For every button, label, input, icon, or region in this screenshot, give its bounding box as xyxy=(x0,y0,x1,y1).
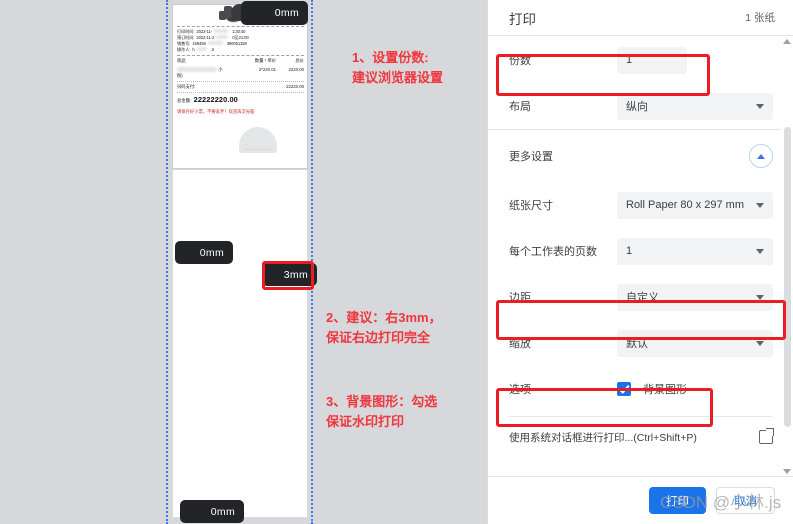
screenshot-root: 打印时间: 2022-11- 1:30:40 预订时间: 2022-11-2 0… xyxy=(0,0,793,524)
chevron-down-icon xyxy=(756,341,764,346)
sheet-count-label: 1 张纸 xyxy=(745,12,775,24)
meta-value-2: 390051328 xyxy=(226,40,247,46)
item-name: 小 xyxy=(177,67,243,73)
receipt-paper-lower xyxy=(172,170,308,518)
pay-value: 22220.00 xyxy=(286,84,304,90)
pages-per-sheet-label: 每个工作表的页数 xyxy=(509,246,597,258)
annotation-3: 3、背景图形：勾选 保证水印打印 xyxy=(326,392,437,432)
annotation-2: 2、建议：右3mm， 保证右边打印完全 xyxy=(326,308,442,348)
redacted-block xyxy=(214,29,229,33)
more-settings-label: 更多设置 xyxy=(509,151,553,163)
receipt-watermark-logo xyxy=(239,127,277,153)
margin-badge-bottom[interactable]: 0mm xyxy=(180,500,244,523)
grand-total-label: 总金额: xyxy=(177,98,192,104)
print-dialog-title: 打印 xyxy=(509,11,536,27)
pages-per-sheet-select[interactable]: 1 xyxy=(617,237,773,265)
highlight-box-right-margin xyxy=(262,261,314,290)
meta-value-2: .3 xyxy=(210,46,214,52)
pages-per-sheet-value: 1 xyxy=(626,245,633,257)
print-dialog-header: 打印 1 张纸 xyxy=(488,0,793,36)
chevron-down-icon xyxy=(756,104,764,109)
paper-size-select[interactable]: Roll Paper 80 x 297 mm xyxy=(617,191,773,219)
receipt-meta-row: 操作人: h .3 xyxy=(177,46,304,53)
layout-value: 纵向 xyxy=(626,101,648,113)
annotation-3-line-2: 保证水印打印 xyxy=(326,414,405,430)
pay-label: 扫码支付: xyxy=(177,84,196,90)
highlight-box-margins xyxy=(496,300,786,340)
receipt-item-row: 小 2*220.01 2220.00 xyxy=(177,67,304,73)
collapse-more-settings-button[interactable] xyxy=(749,144,773,168)
scrollbar-track[interactable] xyxy=(784,37,791,462)
item-total: 2220.00 xyxy=(288,66,304,72)
receipt-pay-row: 扫码支付: 22220.00 xyxy=(177,84,304,90)
highlight-box-options xyxy=(496,388,713,427)
meta-key: 操作人: xyxy=(177,46,191,52)
paper-size-value: Roll Paper 80 x 297 mm xyxy=(626,199,744,211)
chevron-down-icon xyxy=(756,203,764,208)
annotation-2-line-2: 保证右边打印完全 xyxy=(326,330,431,346)
panel-scrollbar[interactable] xyxy=(781,37,793,476)
layout-label: 布局 xyxy=(509,101,531,113)
receipt-divider-4 xyxy=(177,92,304,94)
print-dialog-footer: 打印 取消 xyxy=(488,476,793,524)
margin-badge-left[interactable]: 0mm xyxy=(175,241,233,264)
pages-per-sheet-row: 每个工作表的页数 1 xyxy=(488,228,793,274)
annotation-1-line-2: 建议浏览器设置 xyxy=(352,70,444,86)
paper-size-row: 纸张尺寸 Roll Paper 80 x 297 mm xyxy=(488,182,793,228)
more-settings-row[interactable]: 更多设置 xyxy=(488,130,793,182)
receipt-divider-3 xyxy=(177,81,304,83)
redacted-block xyxy=(216,34,229,39)
receipt-paper: 打印时间: 2022-11- 1:30:40 预订时间: 2022-11-2 0… xyxy=(172,4,308,169)
highlight-box-copies xyxy=(496,54,710,96)
receipt-divider-1 xyxy=(177,26,304,27)
col-header-qty-price: 数量 * 单价 xyxy=(254,57,277,63)
annotation-1: 1、设置份数: 建议浏览器设置 xyxy=(352,48,443,88)
annotation-2-line-1: 2、建议：右3mm， xyxy=(326,310,442,325)
external-link-icon xyxy=(759,430,773,444)
item-qty-price: 2*220.01 xyxy=(258,66,277,72)
annotation-3-line-1: 3、背景图形：勾选 xyxy=(326,394,438,409)
item-name-overflow: 粉) xyxy=(177,73,183,78)
grand-total-value: 22222220.00 xyxy=(193,95,238,105)
paper-size-label: 纸张尺寸 xyxy=(509,200,553,212)
print-button[interactable]: 打印 xyxy=(649,487,706,514)
system-dialog-label: 使用系统对话框进行打印...(Ctrl+Shift+P) xyxy=(509,431,697,444)
receipt-table-header: 商品 数量 * 单价 总价 xyxy=(177,58,304,64)
margin-badge-top[interactable]: 0mm xyxy=(241,1,308,25)
redacted-block xyxy=(196,46,207,51)
receipt-thanks-text: 请保存好小票，不要丢弃！欢迎再次光临 xyxy=(177,108,255,114)
receipt-grand-total: 总金额: 22222220.00 xyxy=(177,95,304,106)
chevron-down-icon xyxy=(756,249,764,254)
chevron-up-icon xyxy=(757,153,765,159)
col-header-product: 商品 xyxy=(177,57,186,63)
print-preview-area: 打印时间: 2022-11- 1:30:40 预订时间: 2022-11-2 0… xyxy=(0,0,488,524)
receipt-divider-2 xyxy=(177,54,304,56)
scroll-down-arrow-icon[interactable] xyxy=(783,469,791,474)
layout-select[interactable]: 纵向 xyxy=(617,92,773,120)
scrollbar-thumb[interactable] xyxy=(784,127,791,427)
annotation-1-line-1: 1、设置份数: xyxy=(352,50,429,65)
col-header-total: 总价 xyxy=(295,57,304,63)
meta-value: h xyxy=(192,46,195,52)
cancel-button[interactable]: 取消 xyxy=(716,487,775,514)
redacted-block xyxy=(207,40,223,45)
item-unit: 小 xyxy=(218,66,223,72)
